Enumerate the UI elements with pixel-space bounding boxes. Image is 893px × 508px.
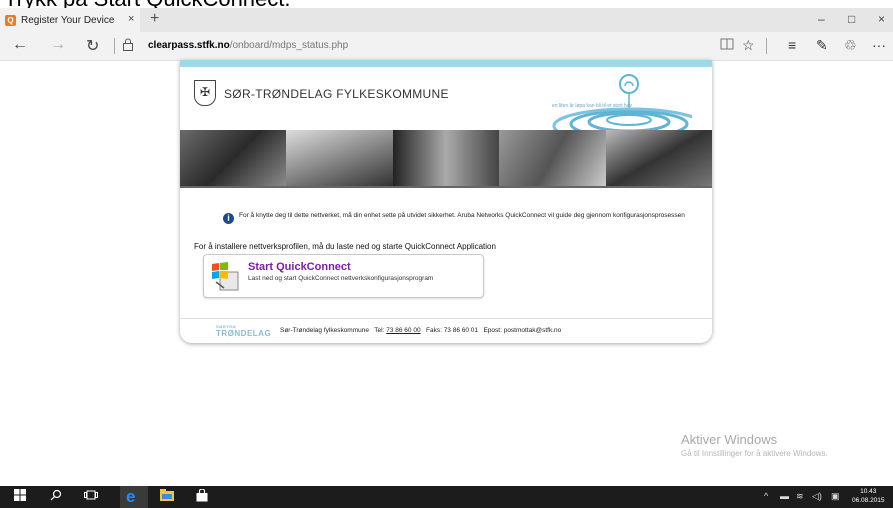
maximize-button[interactable]: □ (848, 12, 855, 26)
footer-logo-text: TRØNDELAG (216, 329, 272, 338)
notifications-icon[interactable]: ▣ (831, 491, 840, 502)
footer-email: Epost: postmottak@stfk.no (483, 327, 562, 334)
footer-org-name: Sør-Trøndelag fylkeskommune (280, 327, 369, 334)
slogan: en liten år løpa kan bli til et stort ha… (552, 103, 633, 109)
favorite-star-icon[interactable]: ☆ (742, 37, 755, 54)
tab-title: Register Your Device (21, 14, 115, 26)
divider (114, 38, 115, 54)
task-view-icon[interactable] (84, 489, 98, 504)
clock-time: 10.43 (860, 488, 877, 495)
quickconnect-subtitle: Last ned og start QuickConnect nettverks… (248, 275, 434, 282)
portal-card: ✠ SØR-TRØNDELAG FYLKESKOMMUNE en liten å… (180, 60, 712, 343)
info-icon: i (223, 213, 234, 224)
page-footer: SØRTRØ TRØNDELAG Sør-Trøndelag fylkeskom… (180, 318, 712, 343)
clock-date: 06.08.2015 (852, 497, 885, 504)
edge-icon: e (126, 487, 136, 506)
url-path: /onboard/mdps_status.php (229, 40, 349, 51)
new-tab-button[interactable]: + (150, 10, 159, 28)
site-favicon-icon: Q (5, 14, 16, 26)
volume-icon[interactable]: ◁) (812, 491, 822, 502)
refresh-button[interactable]: ↻ (86, 36, 99, 56)
network-icon[interactable]: ≋ (796, 491, 804, 502)
page-content: ✠ SØR-TRØNDELAG FYLKESKOMMUNE en liten å… (0, 60, 893, 486)
store-icon[interactable] (196, 488, 208, 505)
lock-icon[interactable] (122, 38, 134, 54)
web-note-icon[interactable]: ✎ (816, 37, 828, 54)
start-button-icon[interactable] (14, 489, 26, 504)
tab-bar: Q Register Your Device × + – □ × (0, 8, 893, 32)
minimize-button[interactable]: – (818, 12, 825, 26)
activation-watermark-subtitle: Gå til Innstillinger for å aktivere Wind… (681, 449, 828, 458)
footer-fax: Faks: 73 86 60 01 (426, 327, 479, 334)
install-instruction: For å installere nettverksprofilen, må d… (194, 242, 496, 251)
divider (766, 38, 767, 54)
footer-logo: SØRTRØ TRØNDELAG (216, 325, 272, 339)
edge-taskbar-button[interactable]: e (120, 486, 148, 508)
tab-register-device[interactable]: Q Register Your Device × (0, 8, 140, 32)
back-button[interactable]: ← (12, 36, 28, 54)
quickconnect-title[interactable]: Start QuickConnect (248, 261, 351, 273)
battery-icon[interactable]: ▬ (780, 491, 789, 501)
forward-button[interactable]: → (50, 36, 66, 54)
footer-tel-label: Tel: (374, 327, 385, 334)
wifi-logo-icon (552, 74, 692, 130)
hub-icon[interactable]: ≡ (788, 37, 796, 53)
installer-icon (212, 262, 239, 291)
search-icon[interactable] (50, 489, 62, 504)
clock[interactable]: 10.43 06.08.2015 (852, 487, 885, 505)
activation-watermark-title: Aktiver Windows (681, 432, 778, 447)
url-host: clearpass.stfk.no (148, 40, 230, 51)
address-bar[interactable]: clearpass.stfk.no/onboard/mdps_status.ph… (148, 40, 348, 51)
footer-tel-link[interactable]: 73 86 60 00 (386, 327, 420, 334)
info-message: For å knytte deg til dette nettverket, m… (239, 212, 685, 219)
taskbar: e ^ ▬ ≋ ◁) ▣ 10.43 06.08.2015 (0, 486, 893, 508)
banner-image (180, 130, 712, 186)
tab-close-icon[interactable]: × (128, 13, 134, 25)
coat-of-arms-icon: ✠ (194, 80, 216, 106)
close-window-button[interactable]: × (878, 12, 885, 26)
start-quickconnect-button[interactable]: Start QuickConnect Last ned og start Qui… (203, 254, 484, 298)
show-hidden-icons-icon[interactable]: ^ (764, 491, 768, 501)
reading-view-icon[interactable] (720, 37, 734, 53)
banner-divider (180, 186, 712, 188)
footer-contact: Sør-Trøndelag fylkeskommune Tel: 73 86 6… (280, 327, 561, 334)
organization-name: SØR-TRØNDELAG FYLKESKOMMUNE (224, 87, 449, 101)
file-explorer-icon[interactable] (160, 489, 174, 504)
share-icon[interactable]: ♲ (844, 37, 857, 54)
navigation-bar: ← → ↻ clearpass.stfk.no/onboard/mdps_sta… (0, 32, 893, 61)
more-icon[interactable]: ··· (872, 37, 886, 53)
